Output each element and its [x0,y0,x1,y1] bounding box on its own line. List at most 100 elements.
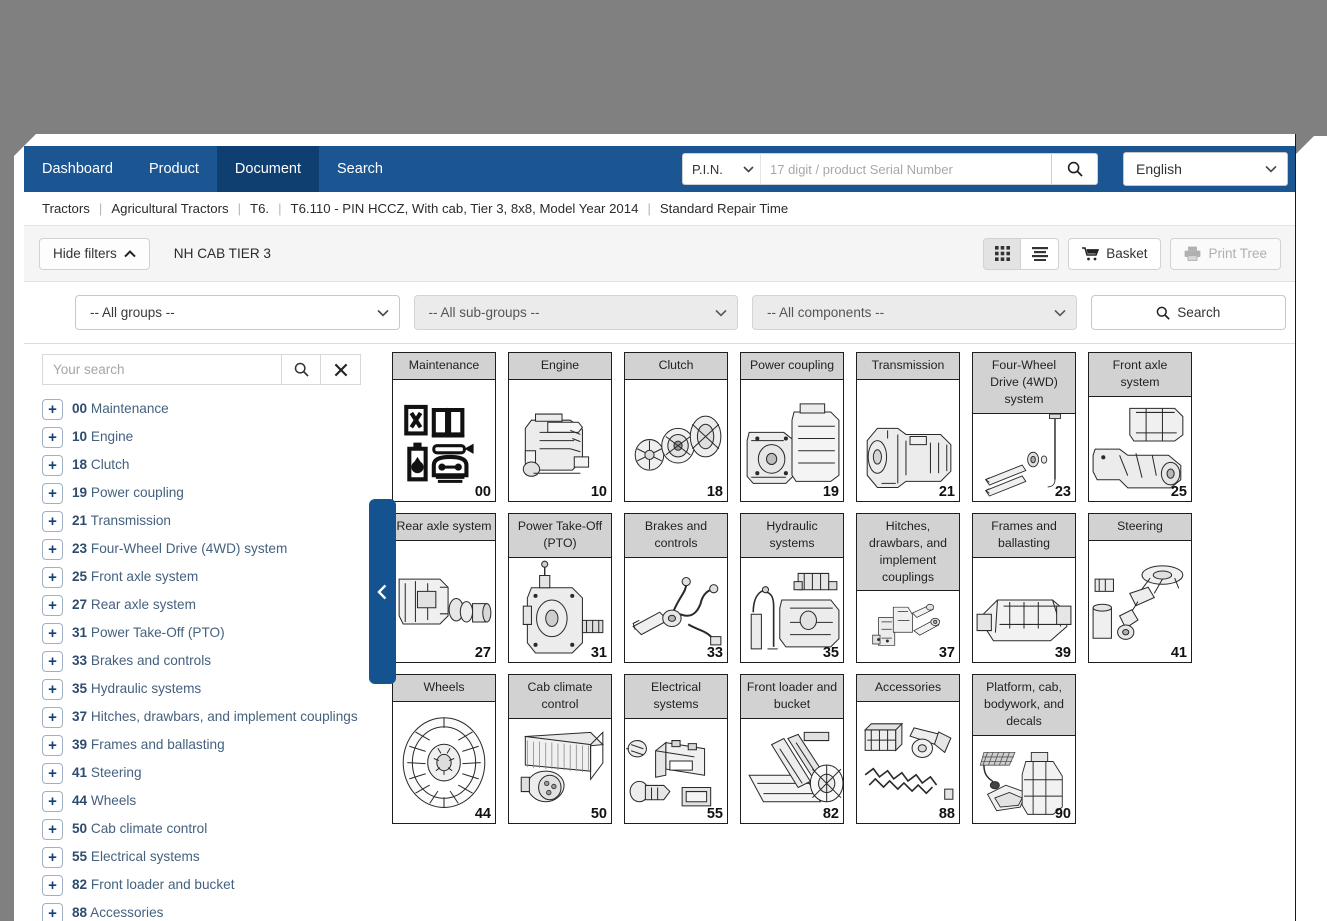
tree-item-88[interactable]: +88 Accessories [42,899,361,921]
tile-image [857,380,959,501]
filters-search-button[interactable]: Search [1090,295,1286,330]
tile-number: 21 [938,484,955,500]
tree-item-44[interactable]: +44 Wheels [42,787,361,815]
tile-number: 55 [706,806,723,822]
serial-number-input[interactable] [760,153,1051,185]
tree-item-35[interactable]: +35 Hydraulic systems [42,675,361,703]
tree-item-label: 41 Steering [72,762,142,781]
list-view-button[interactable] [1021,237,1060,270]
tree-item-31[interactable]: +31 Power Take-Off (PTO) [42,619,361,647]
nav-item-document[interactable]: Document [216,146,320,192]
tile-21[interactable]: Transmission 21 [856,352,960,502]
tree-item-10[interactable]: +10 Engine [42,423,361,451]
pin-type-select[interactable]: P.I.N. [682,153,760,185]
plus-icon[interactable]: + [42,567,63,588]
tree-item-82[interactable]: +82 Front loader and bucket [42,871,361,899]
plus-icon[interactable]: + [42,483,63,504]
plus-icon[interactable]: + [42,847,63,868]
plus-icon[interactable]: + [42,763,63,784]
plus-icon[interactable]: + [42,595,63,616]
tile-44[interactable]: Wheels 44 [392,674,496,824]
plus-icon[interactable]: + [42,735,63,756]
tile-image [857,702,959,823]
plus-icon[interactable]: + [42,511,63,532]
tile-35[interactable]: Hydraulic systems 35 [740,513,844,663]
tree-search-clear-button[interactable] [321,354,361,385]
tree-item-21[interactable]: +21 Transmission [42,507,361,535]
breadcrumb-item-tractors[interactable]: Tractors [42,201,90,216]
tree-item-label: 19 Power coupling [72,482,184,501]
hide-filters-button[interactable]: Hide filters [39,237,150,270]
plus-icon[interactable]: + [42,455,63,476]
tile-18[interactable]: Clutch 18 [624,352,728,502]
chevron-down-icon [376,309,389,317]
tree-item-25[interactable]: +25 Front axle system [42,563,361,591]
plus-icon[interactable]: + [42,623,63,644]
tile-19[interactable]: Power coupling 19 [740,352,844,502]
tree-item-text: Rear axle system [90,597,196,612]
tile-31[interactable]: Power Take-Off (PTO) 31 [508,513,612,663]
plus-icon[interactable]: + [42,539,63,560]
plus-icon[interactable]: + [42,903,63,921]
breadcrumb-separator: | [237,201,242,216]
tile-33[interactable]: Brakes and controls 33 [624,513,728,663]
tile-50[interactable]: Cab climate control 50 [508,674,612,824]
tile-41[interactable]: Steering 41 [1088,513,1192,663]
tree-item-text: Four-Wheel Drive (4WD) system [90,541,288,556]
tree-item-55[interactable]: +55 Electrical systems [42,843,361,871]
tile-90[interactable]: Platform, cab, bodywork, and decals 90 [972,674,1076,824]
tile-23[interactable]: Four-Wheel Drive (4WD) system 23 [972,352,1076,502]
tile-25[interactable]: Front axle system 25 [1088,352,1192,502]
print-tree-button[interactable]: Print Tree [1170,237,1281,270]
tree-item-text: Wheels [90,793,137,808]
tile-title: Power coupling [741,353,843,380]
basket-button[interactable]: Basket [1068,237,1162,270]
tile-00[interactable]: Maintenance 00 [392,352,496,502]
plus-icon[interactable]: + [42,651,63,672]
tile-88[interactable]: Accessories 88 [856,674,960,824]
tile-55[interactable]: Electrical systems 55 [624,674,728,824]
tile-37[interactable]: Hitches, drawbars, and implement couplin… [856,513,960,663]
tree-item-50[interactable]: +50 Cab climate control [42,815,361,843]
serial-search-button[interactable] [1051,153,1098,185]
tree-item-19[interactable]: +19 Power coupling [42,479,361,507]
tree-search-input[interactable] [42,354,281,385]
tree-item-00[interactable]: +00 Maintenance [42,395,361,423]
components-select[interactable]: -- All components -- [752,295,1077,330]
nav-item-product[interactable]: Product [131,146,217,192]
nav-item-search[interactable]: Search [319,146,401,192]
tree-item-39[interactable]: +39 Frames and ballasting [42,731,361,759]
plus-icon[interactable]: + [42,791,63,812]
nav-item-dashboard[interactable]: Dashboard [24,146,131,192]
groups-select[interactable]: -- All groups -- [75,295,400,330]
plus-icon[interactable]: + [42,875,63,896]
tree-item-code: 55 [72,849,88,864]
breadcrumb-item-t6[interactable]: T6. [250,201,269,216]
tree-item-41[interactable]: +41 Steering [42,759,361,787]
plus-icon[interactable]: + [42,819,63,840]
tree-item-33[interactable]: +33 Brakes and controls [42,647,361,675]
tile-10[interactable]: Engine 10 [508,352,612,502]
breadcrumb-item-agricultural-tractors[interactable]: Agricultural Tractors [111,201,228,216]
tree-item-37[interactable]: +37 Hitches, drawbars, and implement cou… [42,703,361,731]
tile-82[interactable]: Front loader and bucket 82 [740,674,844,824]
plus-icon[interactable]: + [42,707,63,728]
tree-item-27[interactable]: +27 Rear axle system [42,591,361,619]
tile-27[interactable]: Rear axle system 27 [392,513,496,663]
language-select[interactable]: English [1123,152,1288,186]
tile-39[interactable]: Frames and ballasting 39 [972,513,1076,663]
plus-icon[interactable]: + [42,427,63,448]
tree-item-23[interactable]: +23 Four-Wheel Drive (4WD) system [42,535,361,563]
breadcrumb-item-model[interactable]: T6.110 - PIN HCCZ, With cab, Tier 3, 8x8… [291,201,639,216]
tree-item-code: 23 [72,541,88,556]
tile-number: 37 [938,645,955,661]
tree-item-code: 33 [72,653,88,668]
grid-view-button[interactable] [983,237,1022,270]
plus-icon[interactable]: + [42,399,63,420]
plus-icon[interactable]: + [42,679,63,700]
tree-search-button[interactable] [281,354,321,385]
tree-item-code: 10 [72,429,88,444]
tree-collapse-handle[interactable] [369,499,396,684]
subgroups-select[interactable]: -- All sub-groups -- [413,295,739,330]
tree-item-18[interactable]: +18 Clutch [42,451,361,479]
